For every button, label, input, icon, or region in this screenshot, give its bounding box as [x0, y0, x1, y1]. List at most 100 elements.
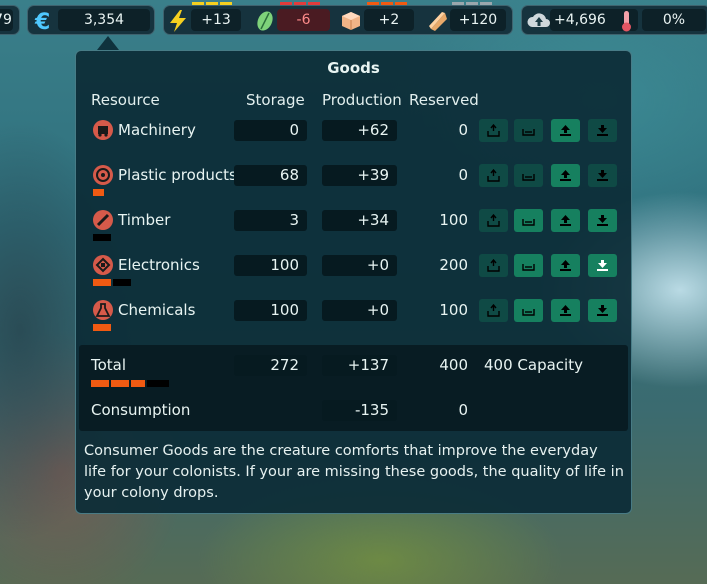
euro-resource[interactable]: € 3,354 — [27, 5, 155, 35]
storage-value: 100 — [234, 255, 307, 276]
store-icon — [522, 129, 535, 136]
electronics-icon — [93, 255, 113, 275]
euro-value: 3,354 — [58, 9, 150, 31]
total-capacity: 400 Capacity — [484, 356, 583, 374]
reserved-value: 0 — [458, 166, 468, 184]
storage-bar — [93, 279, 131, 286]
resource-name: Plastic products — [118, 166, 237, 184]
ingot-icon[interactable] — [426, 9, 450, 33]
store-button[interactable] — [514, 119, 543, 142]
store-button[interactable] — [514, 299, 543, 322]
upload-icon — [560, 215, 571, 226]
total-row: Total 272 +137 400 400 Capacity — [79, 354, 628, 387]
import-button[interactable] — [479, 164, 508, 187]
resource-name: Machinery — [118, 121, 196, 139]
import-button[interactable] — [479, 119, 508, 142]
plastic-icon — [93, 165, 113, 185]
storage-value: 100 — [234, 300, 307, 321]
total-label: Total — [91, 356, 127, 374]
upload-icon — [560, 170, 571, 181]
goods-panel: Goods Resource Storage Production Reserv… — [75, 50, 632, 514]
store-button[interactable] — [514, 164, 543, 187]
thermometer-icon[interactable] — [614, 9, 638, 33]
hub-resources-group: +4,696 0% — [521, 5, 707, 35]
download-icon — [597, 170, 608, 181]
storage-value: 68 — [234, 165, 307, 186]
store-icon — [522, 219, 535, 226]
import-icon — [487, 304, 500, 317]
production-value: +39 — [322, 165, 397, 186]
storage-value: 0 — [234, 120, 307, 141]
download-button[interactable] — [588, 164, 617, 187]
resource-row-electronics: Electronics 100 +0 200 — [76, 254, 631, 286]
import-icon — [487, 124, 500, 137]
import-button[interactable] — [479, 254, 508, 277]
download-icon — [597, 125, 608, 136]
reserved-value: 100 — [439, 301, 468, 319]
import-icon — [487, 259, 500, 272]
total-storage-bar — [91, 380, 169, 387]
download-icon — [597, 305, 608, 316]
store-icon — [522, 174, 535, 181]
partial-resource[interactable]: 79 — [0, 5, 20, 35]
panel-pointer — [97, 36, 119, 50]
download-button[interactable] — [588, 209, 617, 232]
lightning-icon[interactable] — [166, 9, 190, 33]
resource-name: Chemicals — [118, 301, 196, 319]
header-storage: Storage — [246, 91, 305, 109]
import-icon — [487, 214, 500, 227]
store-icon — [522, 309, 535, 316]
import-button[interactable] — [479, 299, 508, 322]
svg-text:€: € — [34, 10, 50, 33]
leaf-icon[interactable] — [253, 9, 277, 33]
resource-row-machinery: Machinery 0 +62 0 — [76, 119, 631, 143]
total-storage: 272 — [234, 355, 307, 376]
production-value: +62 — [322, 120, 397, 141]
reserved-value: 100 — [439, 211, 468, 229]
store-button[interactable] — [514, 254, 543, 277]
export-button[interactable] — [551, 299, 580, 322]
materials-value: +120 — [450, 9, 506, 31]
download-button[interactable] — [588, 299, 617, 322]
cloud-up-icon[interactable] — [527, 9, 551, 33]
goods-value: +2 — [364, 9, 414, 31]
download-icon — [597, 215, 608, 226]
resource-row-timber: Timber 3 +34 100 — [76, 209, 631, 241]
consumption-production: -135 — [322, 400, 397, 421]
store-button[interactable] — [514, 209, 543, 232]
box-icon[interactable] — [339, 9, 363, 33]
download-button[interactable] — [588, 254, 617, 277]
temperature-value: 0% — [642, 9, 706, 31]
upload-icon — [560, 305, 571, 316]
resource-name: Electronics — [118, 256, 200, 274]
upload-icon — [560, 260, 571, 271]
storage-value: 3 — [234, 210, 307, 231]
download-icon — [597, 260, 608, 271]
panel-description: Consumer Goods are the creature comforts… — [84, 443, 624, 501]
total-production: +137 — [322, 355, 397, 376]
download-button[interactable] — [588, 119, 617, 142]
totals-section: Total 272 +137 400 400 Capacity Consumpt… — [79, 345, 628, 431]
header-resource: Resource — [91, 91, 160, 109]
euro-icon: € — [32, 9, 56, 35]
storage-bar — [93, 189, 104, 196]
storage-bar — [93, 324, 111, 331]
chemicals-icon — [93, 300, 113, 320]
timber-icon — [93, 210, 113, 230]
panel-title: Goods — [327, 59, 380, 77]
resource-name: Timber — [118, 211, 171, 229]
production-value: +34 — [322, 210, 397, 231]
food-value: -6 — [277, 9, 330, 31]
consumption-reserved: 0 — [458, 401, 468, 419]
export-button[interactable] — [551, 119, 580, 142]
partial-resource-value: 79 — [0, 9, 13, 31]
energy-value: +13 — [191, 9, 241, 31]
machinery-icon — [93, 120, 113, 140]
export-button[interactable] — [551, 209, 580, 232]
upload-icon — [560, 125, 571, 136]
import-button[interactable] — [479, 209, 508, 232]
production-value: +0 — [322, 255, 397, 276]
export-button[interactable] — [551, 254, 580, 277]
production-value: +0 — [322, 300, 397, 321]
export-button[interactable] — [551, 164, 580, 187]
